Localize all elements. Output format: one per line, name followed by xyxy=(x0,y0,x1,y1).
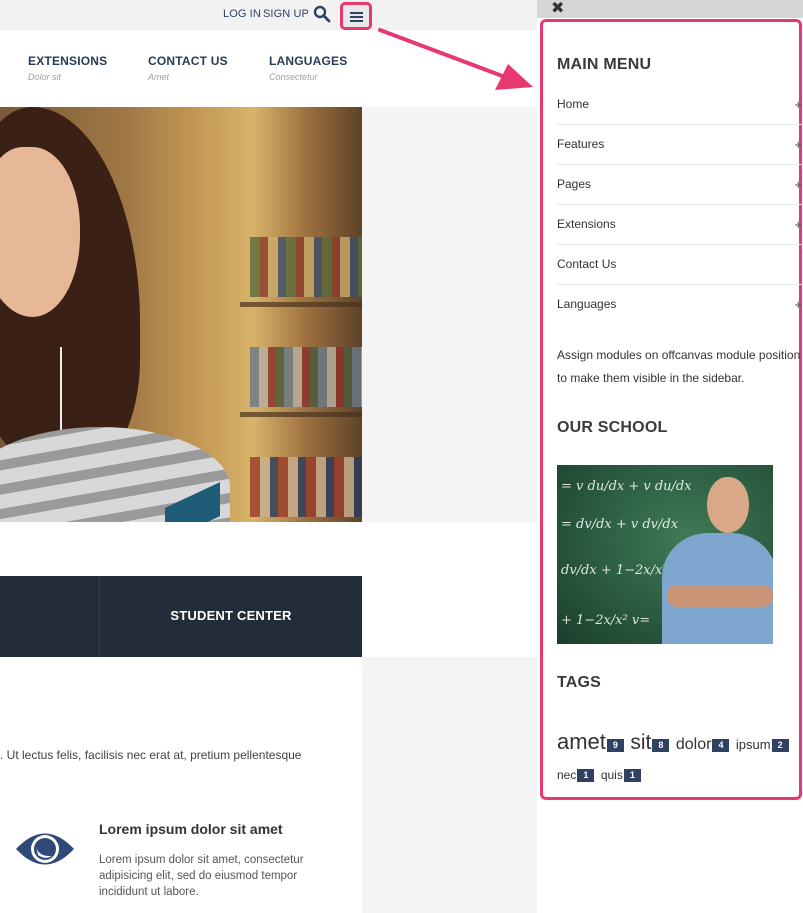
tag-label: dolor xyxy=(675,736,712,753)
tag-count-badge: 9 xyxy=(606,739,624,752)
offcanvas-sidebar: ✖ MAIN MENU Home + Features + Pages + Exten… xyxy=(537,0,803,913)
expand-icon[interactable]: + xyxy=(794,205,802,244)
hero-side-panel xyxy=(362,107,537,522)
nav-item-label: CONTACT US xyxy=(148,54,228,68)
tag-count-badge: 2 xyxy=(771,739,789,752)
nav-item-contact-us[interactable]: CONTACT US Amet xyxy=(148,54,228,82)
main-page: LOG IN · SIGN UP EXTENSIONS Dolor sit CO… xyxy=(0,0,537,913)
expand-icon[interactable]: + xyxy=(794,165,802,204)
expand-icon[interactable]: + xyxy=(794,125,802,164)
offcanvas-note: Assign modules on offcanvas module posit… xyxy=(557,348,801,385)
main-menu-title: MAIN MENU xyxy=(557,56,652,73)
hero-image xyxy=(0,107,362,522)
feature-description: Lorem ipsum dolor sit amet, consectetur … xyxy=(99,854,304,898)
menu-item-label: Pages xyxy=(557,177,592,191)
student-center-link[interactable]: STUDENT CENTER xyxy=(100,608,362,623)
tag-label: sit xyxy=(630,731,652,754)
menu-item-label: Languages xyxy=(557,297,617,311)
menu-item-label: Contact Us xyxy=(557,257,617,271)
tag-label: nec xyxy=(557,768,577,782)
nav-item-languages[interactable]: LANGUAGES Consectetur xyxy=(269,54,347,82)
signup-link[interactable]: SIGN UP xyxy=(263,8,309,20)
close-icon[interactable]: ✖ xyxy=(551,0,564,17)
tag-count-badge: 1 xyxy=(577,769,595,782)
main-nav: EXTENSIONS Dolor sit CONTACT US Amet LAN… xyxy=(0,30,537,107)
nav-item-extensions[interactable]: EXTENSIONS Dolor sit xyxy=(28,54,107,82)
tag-sit[interactable]: sit 8 xyxy=(630,731,671,754)
expand-icon[interactable]: + xyxy=(794,85,802,124)
tag-ipsum[interactable]: ipsum 2 xyxy=(736,736,791,753)
tag-cloud: amet 9 sit 8 dolor 4 ipsum 2 nec 1 quis 1 xyxy=(557,727,803,790)
hamburger-menu-icon[interactable] xyxy=(340,2,372,30)
tag-nec[interactable]: nec 1 xyxy=(557,766,596,783)
school-teacher-image: = v du/dx + v du/dx = dv/dx + v dv/dx dv… xyxy=(557,465,773,644)
nav-item-subtitle: Consectetur xyxy=(269,72,318,82)
tag-label: ipsum xyxy=(735,737,771,752)
tag-count-badge: 4 xyxy=(712,739,730,752)
offcanvas-highlight-frame: MAIN MENU Home + Features + Pages + Extensi… xyxy=(540,19,802,800)
our-school-title: OUR SCHOOL xyxy=(557,419,668,436)
menu-item-contact-us[interactable]: Contact Us xyxy=(557,245,802,285)
tag-label: quis xyxy=(600,768,623,782)
search-icon[interactable] xyxy=(313,5,331,23)
tag-count-badge: 8 xyxy=(652,739,670,752)
nav-item-label: EXTENSIONS xyxy=(28,54,108,68)
tag-amet[interactable]: amet 9 xyxy=(557,729,626,754)
nav-item-subtitle: Dolor sit xyxy=(28,72,62,82)
menu-item-extensions[interactable]: Extensions + xyxy=(557,205,802,245)
tag-quis[interactable]: quis 1 xyxy=(601,766,643,783)
top-bar: LOG IN · SIGN UP xyxy=(0,0,537,30)
eye-icon xyxy=(16,833,74,865)
feature-title: Lorem ipsum dolor sit amet xyxy=(99,821,283,837)
menu-item-label: Extensions xyxy=(557,217,616,231)
menu-item-languages[interactable]: Languages + xyxy=(557,285,802,325)
tag-dolor[interactable]: dolor 4 xyxy=(676,736,732,753)
content-side-panel xyxy=(362,657,537,913)
tags-title: TAGS xyxy=(557,674,602,691)
expand-icon[interactable]: + xyxy=(794,285,802,324)
login-link[interactable]: LOG IN xyxy=(223,8,261,20)
tag-count-badge: 1 xyxy=(623,769,641,782)
menu-item-label: Features xyxy=(557,137,605,151)
offcanvas-header: ✖ xyxy=(537,0,803,18)
menu-item-label: Home xyxy=(557,97,590,111)
menu-item-pages[interactable]: Pages + xyxy=(557,165,802,205)
nav-item-subtitle: Amet xyxy=(148,72,170,82)
menu-item-home[interactable]: Home + xyxy=(557,85,802,125)
login-signup-separator: · xyxy=(258,8,262,20)
nav-item-label: LANGUAGES xyxy=(269,54,348,68)
main-menu-list: Home + Features + Pages + Extensions + Conta… xyxy=(557,85,802,325)
menu-item-features[interactable]: Features + xyxy=(557,125,802,165)
tag-label: amet xyxy=(557,729,606,754)
intro-text: . Ut lectus felis, facilisis nec erat at… xyxy=(0,748,302,762)
